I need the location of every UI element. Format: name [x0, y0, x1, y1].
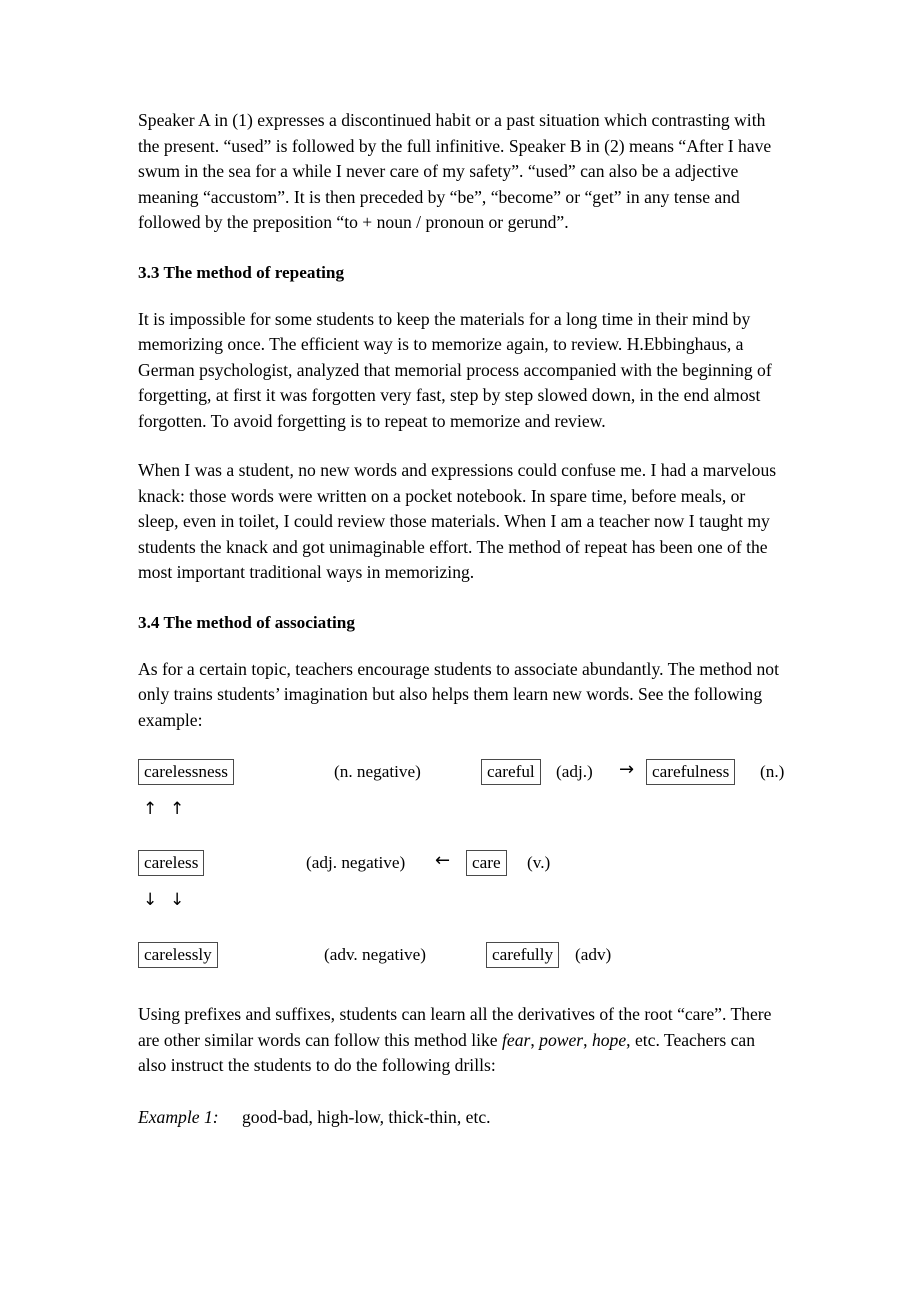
- label-noun: (n.): [760, 762, 785, 781]
- example-1-line: Example 1: good-bad, high-low, thick-thin…: [138, 1105, 782, 1131]
- arrow-up-icon-2: ↑: [170, 799, 185, 819]
- example-label: Example 1:: [138, 1106, 219, 1127]
- arrow-down-icon-2: ↓: [170, 890, 185, 910]
- document-page: Speaker A in (1) expresses a discontinue…: [0, 0, 920, 1302]
- heading-3-4: 3.4 The method of associating: [138, 612, 355, 632]
- example-text: good-bad, high-low, thick-thin, etc.: [242, 1106, 491, 1127]
- diagram-row-adverb: carelessly (adv. negative) carefully (ad…: [138, 942, 782, 970]
- box-care: care: [466, 850, 507, 876]
- box-carefully: carefully: [486, 942, 560, 968]
- closing-sep-2: ,: [583, 1029, 592, 1050]
- label-adjective: (adj.): [556, 762, 593, 781]
- box-careful: careful: [481, 759, 541, 785]
- arrow-down-icon-1: ↓: [143, 890, 158, 910]
- italic-word-power: power: [539, 1029, 584, 1050]
- label-noun-negative: (n. negative): [334, 762, 421, 781]
- italic-word-hope: hope: [591, 1029, 627, 1050]
- paragraph-speaker-a: Speaker A in (1) expresses a discontinue…: [138, 110, 772, 232]
- box-carelessness: carelessness: [138, 759, 234, 785]
- arrow-up-icon-1: ↑: [143, 799, 158, 819]
- box-carelessly: carelessly: [138, 942, 218, 968]
- box-careless: careless: [138, 850, 205, 876]
- closing-sep-1: ,: [530, 1029, 540, 1050]
- paragraph-repeating-2: When I was a student, no new words and e…: [138, 460, 777, 582]
- label-verb: (v.): [527, 853, 551, 872]
- label-adverb: (adv): [575, 945, 612, 964]
- word-derivation-diagram: carelessness (n. negative) careful (adj.…: [138, 756, 785, 988]
- heading-3-3: 3.3 The method of repeating: [138, 262, 345, 282]
- paragraph-repeating-1: It is impossible for some students to ke…: [138, 308, 772, 431]
- arrow-left-icon: ←: [435, 850, 451, 871]
- document-body: Speaker A in (1) expresses a discontinue…: [138, 108, 785, 1131]
- box-carefulness: carefulness: [646, 759, 736, 785]
- diagram-row-adjective: careless (adj. negative) ← care (v.) ↓ ↓: [138, 850, 782, 910]
- italic-word-fear: fear: [502, 1029, 531, 1050]
- label-adverb-negative: (adv. negative): [324, 945, 426, 964]
- arrow-right-icon: →: [619, 759, 635, 780]
- diagram-row-noun: carelessness (n. negative) careful (adj.…: [138, 759, 785, 819]
- label-adjective-negative: (adj. negative): [306, 853, 406, 872]
- paragraph-prefixes-suffixes: Using prefixes and suffixes, students ca…: [138, 1002, 782, 1079]
- paragraph-associating: As for a certain topic, teachers encoura…: [138, 658, 779, 730]
